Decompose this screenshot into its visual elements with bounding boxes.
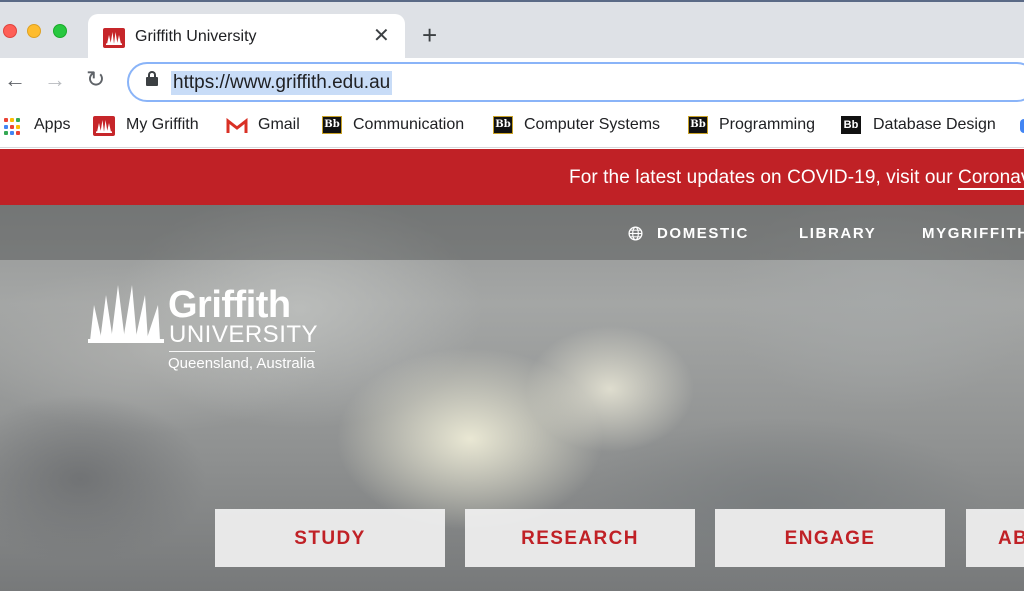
util-nav-domestic[interactable]: DOMESTIC — [657, 225, 749, 242]
bookmark-label: Computer Systems — [524, 116, 661, 133]
lock-icon[interactable] — [146, 71, 158, 86]
forward-arrow-icon[interactable]: → — [44, 69, 66, 91]
griffith-flame-icon — [88, 285, 164, 343]
close-window-button[interactable] — [3, 24, 17, 38]
bookmark-label: Programming — [719, 116, 816, 133]
griffith-logo-icon — [93, 116, 115, 136]
nav-research-button[interactable]: RESEARCH — [465, 509, 695, 567]
bookmark-label: Database Design — [873, 116, 996, 133]
bookmark-apps[interactable]: Apps — [0, 115, 76, 137]
utility-nav: DOMESTIC LIBRARY MYGRIFFITH — [0, 205, 1024, 260]
blackboard-icon: Bb — [841, 116, 861, 134]
bookmarks-bar: Apps My Griffith Gmail Bb Communication … — [0, 106, 1024, 148]
tab-griffith-university[interactable]: Griffith University ✕ — [88, 14, 405, 60]
coronavirus-link[interactable]: Coronavir — [958, 167, 1024, 190]
back-arrow-icon[interactable]: ← — [4, 69, 26, 91]
bookmark-programming[interactable]: Bb Programming — [688, 115, 823, 137]
util-nav-library[interactable]: LIBRARY — [799, 225, 876, 242]
griffith-logo[interactable]: Griffith UNIVERSITY Queensland, Australi… — [88, 283, 328, 383]
nav-label: ENGAGE — [784, 528, 876, 549]
logo-subtitle: UNIVERSITY — [169, 321, 319, 348]
bookmark-communication[interactable]: Bb Communication — [322, 115, 474, 137]
reload-icon[interactable]: ↻ — [86, 68, 105, 91]
logo-location: Queensland, Australia — [168, 355, 315, 372]
gmail-icon — [226, 118, 248, 133]
nav-about-button[interactable]: AB — [966, 509, 1024, 567]
nav-label: RESEARCH — [521, 528, 639, 549]
nav-engage-button[interactable]: ENGAGE — [715, 509, 945, 567]
apps-grid-icon — [4, 118, 22, 136]
bookmark-my-griffith[interactable]: My Griffith — [93, 115, 208, 137]
tab-strip: Griffith University ✕ + — [0, 0, 1024, 60]
bookmark-computer-systems[interactable]: Bb Computer Systems — [493, 115, 669, 137]
covid-banner: For the latest updates on COVID-19, visi… — [0, 149, 1024, 205]
nav-label: AB — [998, 528, 1024, 549]
bookmark-label: Apps — [34, 116, 71, 133]
bookmark-database-design[interactable]: Bb Database Design — [841, 115, 1006, 137]
address-bar[interactable]: https://www.griffith.edu.au — [127, 62, 1024, 102]
bookmark-gmail[interactable]: Gmail — [226, 115, 304, 137]
close-tab-icon[interactable]: ✕ — [373, 26, 390, 46]
maximize-window-button[interactable] — [53, 24, 67, 38]
blackboard-icon: Bb — [322, 116, 342, 134]
nav-label: STUDY — [294, 528, 366, 549]
logo-divider — [169, 351, 315, 352]
griffith-homepage: For the latest updates on COVID-19, visi… — [0, 149, 1024, 591]
new-tab-button[interactable]: + — [422, 22, 437, 48]
globe-icon[interactable] — [628, 226, 643, 241]
util-nav-mygriffith[interactable]: MYGRIFFITH — [922, 225, 1024, 242]
nav-study-button[interactable]: STUDY — [215, 509, 445, 567]
blackboard-icon: Bb — [493, 116, 513, 134]
minimize-window-button[interactable] — [27, 24, 41, 38]
url-text[interactable]: https://www.griffith.edu.au — [171, 71, 393, 95]
logo-wordmark: Griffith — [168, 284, 291, 326]
browser-toolbar: ← → ↻ https://www.griffith.edu.au — [0, 58, 1024, 106]
covid-banner-text: For the latest updates on COVID-19, visi… — [569, 167, 1024, 190]
tab-title: Griffith University — [135, 28, 257, 45]
griffith-logo-icon — [103, 28, 125, 48]
bookmark-label: Communication — [353, 116, 465, 133]
bookmark-overflow-icon[interactable] — [1020, 119, 1024, 133]
blackboard-icon: Bb — [688, 116, 708, 134]
bookmark-label: Gmail — [258, 116, 300, 133]
bookmark-label: My Griffith — [126, 116, 199, 133]
